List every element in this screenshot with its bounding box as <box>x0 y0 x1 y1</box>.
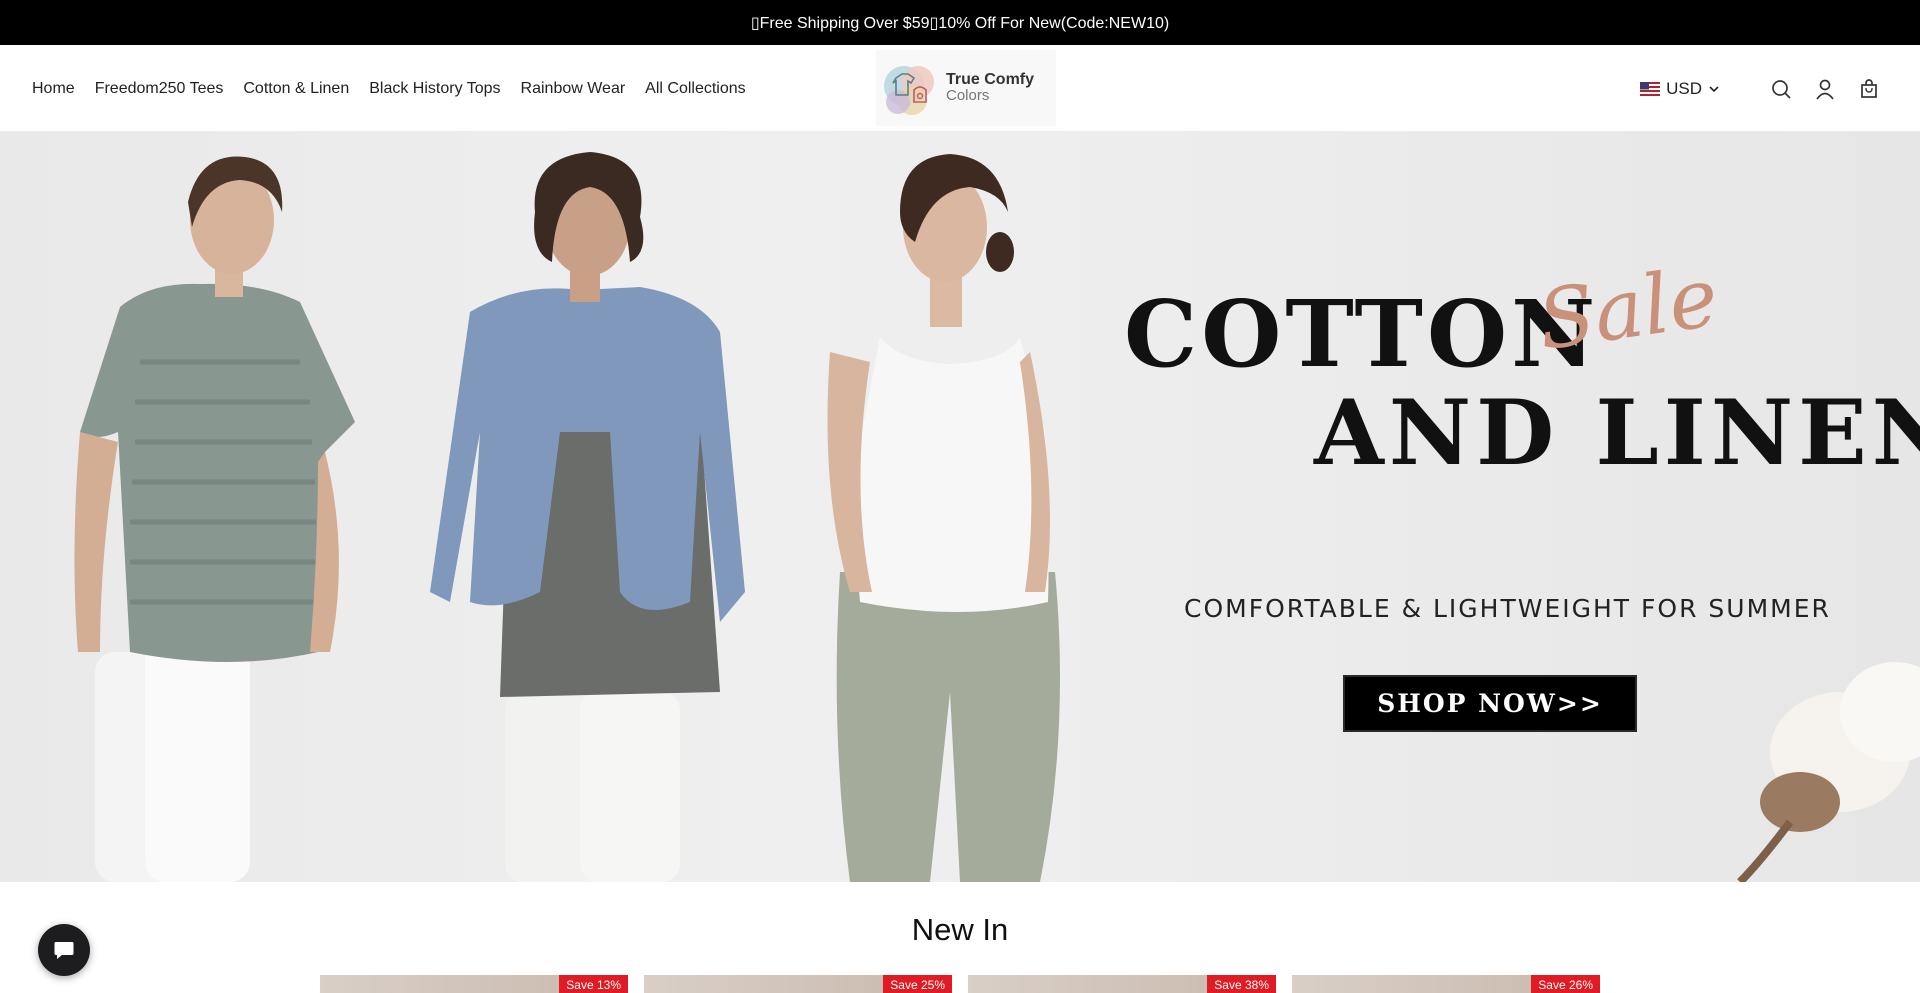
product-card[interactable]: Save 38% <box>968 975 1276 993</box>
hero-models-image <box>74 152 1920 882</box>
chevron-down-icon <box>1709 85 1719 92</box>
product-grid: Save 13% Save 25% Save 38% Save 26% <box>320 975 1600 993</box>
site-header: Home Freedom250 Tees Cotton & Linen Blac… <box>0 45 1920 132</box>
search-icon[interactable] <box>1770 78 1792 100</box>
model-right <box>827 154 1060 882</box>
logo-mark-icon <box>884 66 934 115</box>
logo-line-2: Colors <box>946 87 990 104</box>
section-title-new-in: New In <box>911 912 1009 947</box>
model-left <box>74 156 355 882</box>
sale-badge: Save 26% <box>1531 975 1600 993</box>
cart-icon[interactable] <box>1858 78 1880 100</box>
shop-now-button[interactable]: SHOP NOW>> <box>1343 675 1637 732</box>
currency-label: USD <box>1666 78 1702 98</box>
nav-item-cotton-linen[interactable]: Cotton & Linen <box>243 80 349 98</box>
product-card[interactable]: Save 25% <box>644 975 952 993</box>
sale-badge: Save 13% <box>559 975 628 993</box>
announcement-bar: ▯Free Shipping Over $59▯10% Off For New(… <box>0 0 1920 45</box>
chat-icon <box>54 942 74 959</box>
hero-headline-2: AND LINEN <box>1314 380 1920 486</box>
cotton-boll-decoration <box>1737 662 1920 882</box>
product-card[interactable]: Save 13% <box>320 975 628 993</box>
logo-line-1: True Comfy <box>946 71 1035 88</box>
nav-item-home[interactable]: Home <box>32 80 75 98</box>
product-card[interactable]: Save 26% <box>1292 975 1600 993</box>
header-actions: USD <box>1640 45 1880 132</box>
nav-item-rainbow-wear[interactable]: Rainbow Wear <box>521 80 626 98</box>
hero-banner[interactable]: COTTON Sale AND LINEN COMFORTABLE & LIGH… <box>0 132 1920 882</box>
hero-subheadline: COMFORTABLE & LIGHTWEIGHT FOR SUMMER <box>1184 594 1831 623</box>
site-logo[interactable]: True Comfy Colors <box>876 50 1056 126</box>
account-icon[interactable] <box>1814 78 1836 100</box>
sale-badge: Save 38% <box>1207 975 1276 993</box>
nav-item-freedom250-tees[interactable]: Freedom250 Tees <box>95 80 224 98</box>
currency-selector[interactable]: USD <box>1640 79 1720 99</box>
us-flag-icon <box>1640 81 1661 96</box>
model-middle <box>430 152 745 882</box>
nav-item-black-history-tops[interactable]: Black History Tops <box>369 80 500 98</box>
hero-headline-1: COTTON <box>1124 280 1600 388</box>
main-nav: Home Freedom250 Tees Cotton & Linen Blac… <box>32 45 766 132</box>
logo-text: True Comfy Colors <box>946 72 1034 104</box>
chat-widget-button[interactable] <box>38 924 90 976</box>
sale-badge: Save 25% <box>883 975 952 993</box>
nav-item-all-collections[interactable]: All Collections <box>645 80 745 98</box>
announcement-text: ▯Free Shipping Over $59▯10% Off For New(… <box>750 14 1170 32</box>
